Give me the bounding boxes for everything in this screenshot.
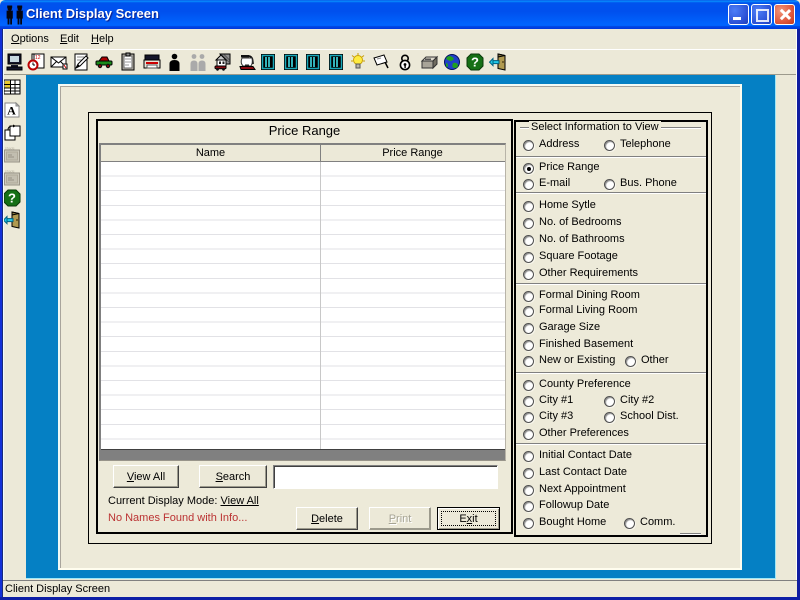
svg-text:A: A bbox=[7, 104, 16, 118]
svg-text:shade: shade bbox=[5, 147, 15, 151]
svg-text:12: 12 bbox=[35, 55, 41, 61]
svg-text:?: ? bbox=[471, 55, 479, 70]
svg-text:?: ? bbox=[8, 191, 16, 206]
svg-text:shade: shade bbox=[5, 170, 15, 174]
